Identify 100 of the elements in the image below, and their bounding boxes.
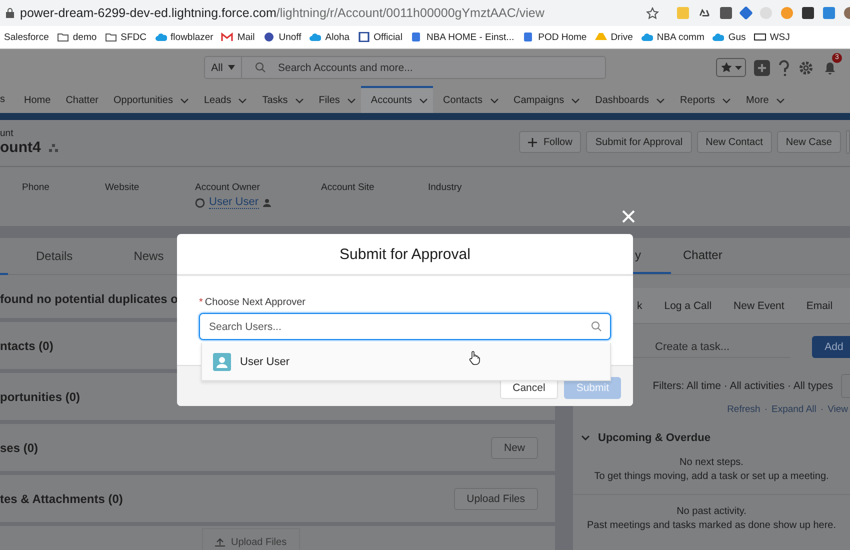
- separator-dot: ·: [764, 404, 768, 415]
- activity-link[interactable]: Expand All: [772, 404, 816, 415]
- activity-tab[interactable]: Chatter: [671, 238, 752, 274]
- filters-text: Filters: All time · All activities · All types: [652, 380, 833, 392]
- change-owner-icon[interactable]: [262, 198, 273, 208]
- extension-icon[interactable]: [823, 7, 835, 19]
- settings-icon[interactable]: [798, 60, 814, 76]
- bookmark[interactable]: NBA HOME - Einst...: [410, 32, 514, 42]
- field-label: Phone: [22, 182, 50, 193]
- user-search-field[interactable]: Search Users...: [199, 313, 611, 340]
- bookmark[interactable]: Aloha: [309, 32, 350, 42]
- nav-tab[interactable]: Dashboards: [585, 86, 670, 113]
- action-button[interactable]: New Contact: [696, 131, 772, 153]
- bookmark[interactable]: flowblazer: [154, 32, 214, 42]
- record-type-label: unt: [0, 128, 14, 139]
- bookmark[interactable]: Mail: [221, 32, 255, 42]
- circle-icon: [262, 32, 275, 42]
- bell-icon[interactable]: [822, 60, 838, 76]
- empty-hint: To get things moving, add a task or set up a meeting.: [593, 470, 830, 484]
- related-list-button[interactable]: Upload Files: [454, 488, 538, 510]
- field-label: Account Owner: [195, 182, 261, 193]
- record-name: ount4: [0, 139, 41, 156]
- chevron-down-icon: [490, 98, 499, 104]
- empty-title: No past activity.: [676, 505, 748, 519]
- activity-link[interactable]: Refresh: [727, 404, 760, 415]
- related-list-button[interactable]: New: [490, 436, 538, 458]
- composer-tab[interactable]: New Event: [724, 300, 796, 312]
- bookmark[interactable]: SFDC: [104, 32, 147, 42]
- page-icon: [410, 32, 422, 42]
- cloud-icon: [309, 32, 322, 42]
- bookmark[interactable]: Salesforce: [0, 32, 49, 42]
- composer-tab[interactable]: Email: [796, 300, 845, 312]
- separator-dot: ·: [820, 404, 824, 415]
- extension-icon[interactable]: [781, 7, 793, 19]
- hand-cursor-icon: [469, 351, 480, 365]
- bookmark[interactable]: demo: [56, 32, 97, 42]
- related-list-title[interactable]: tes & Attachments (0): [0, 492, 123, 506]
- field-label: Account Site: [321, 182, 376, 193]
- star-icon: [720, 61, 733, 74]
- action-button[interactable]: New Case: [776, 131, 841, 153]
- nav-tab[interactable]: Home: [14, 86, 56, 113]
- composer-tab[interactable]: Log a Call: [654, 300, 724, 312]
- chevron-down-icon: [776, 98, 785, 104]
- section-header[interactable]: Upcoming & Overdue: [581, 429, 850, 447]
- field-label-text: Choose Next Approver: [204, 297, 306, 308]
- owner-link[interactable]: User User: [209, 196, 259, 209]
- required-marker: *: [199, 297, 203, 308]
- user-option[interactable]: User User: [202, 343, 610, 380]
- related-list-title[interactable]: ntacts (0): [0, 338, 54, 352]
- bookmark[interactable]: Gus: [712, 32, 746, 42]
- user-avatar-icon: [213, 352, 231, 370]
- bookmark[interactable]: WSJ: [754, 32, 790, 42]
- nav-tab[interactable]: Campaigns: [504, 86, 586, 113]
- cloud-icon: [712, 32, 724, 42]
- related-list-title[interactable]: portunities (0): [0, 390, 80, 404]
- nav-tab[interactable]: Opportunities: [103, 86, 194, 113]
- nav-tab[interactable]: More: [736, 86, 790, 113]
- nav-tab[interactable]: Chatter: [56, 86, 104, 113]
- nav-tab[interactable]: Reports: [670, 86, 736, 113]
- cloud-icon: [640, 32, 653, 42]
- url-path: /lightning/r/Account/0011h00000gYmztAAC/view: [276, 6, 544, 20]
- hierarchy-icon[interactable]: [48, 144, 58, 152]
- related-list-title[interactable]: ses (0): [0, 440, 38, 454]
- empty-title: No next steps.: [678, 456, 744, 470]
- nav-tab[interactable]: Tasks: [252, 86, 309, 113]
- lock-icon: [6, 8, 14, 18]
- newspaper-icon: [754, 32, 766, 42]
- bookmark[interactable]: Drive: [594, 32, 633, 42]
- empty-hint: Past meetings and tasks marked as done show up here.: [586, 519, 838, 533]
- close-icon[interactable]: [622, 210, 635, 223]
- recycle-icon[interactable]: [698, 6, 711, 20]
- chevron-down-icon: [419, 98, 428, 104]
- add-button[interactable]: Add: [812, 336, 850, 358]
- action-button[interactable]: Follow: [519, 131, 582, 153]
- extension-icon[interactable]: [802, 7, 814, 19]
- caret-down-icon: [735, 66, 742, 70]
- bookmark[interactable]: NBA comm: [640, 32, 704, 42]
- upload-files-button[interactable]: Upload Files: [202, 528, 300, 550]
- folder-icon: [104, 32, 117, 42]
- activity-link[interactable]: View: [828, 404, 848, 415]
- nav-tab[interactable]: Accounts: [360, 86, 434, 113]
- bookmark[interactable]: Official: [358, 32, 402, 42]
- user-avatar-icon: [195, 197, 205, 208]
- record-tab[interactable]: Details: [0, 249, 98, 263]
- help-icon[interactable]: [778, 60, 790, 76]
- nav-tab[interactable]: Contacts: [433, 86, 504, 113]
- action-button[interactable]: Submit for Approval: [586, 131, 692, 153]
- add-icon[interactable]: [754, 60, 770, 76]
- bookmark[interactable]: Unoff: [262, 32, 302, 42]
- nav-tab[interactable]: Files: [308, 86, 361, 113]
- chevron-down-icon: [294, 98, 304, 104]
- chevron-down-icon: [180, 98, 189, 104]
- bookmark[interactable]: POD Home: [522, 32, 587, 42]
- nav-tab[interactable]: Leads: [194, 86, 252, 113]
- chevron-down-icon: [571, 98, 580, 104]
- cloud-icon: [154, 32, 167, 42]
- favorites-button[interactable]: [716, 58, 746, 77]
- dialog-title: Submit for Approval: [340, 246, 470, 262]
- star-icon[interactable]: [646, 6, 659, 20]
- extension-icon[interactable]: [720, 7, 732, 19]
